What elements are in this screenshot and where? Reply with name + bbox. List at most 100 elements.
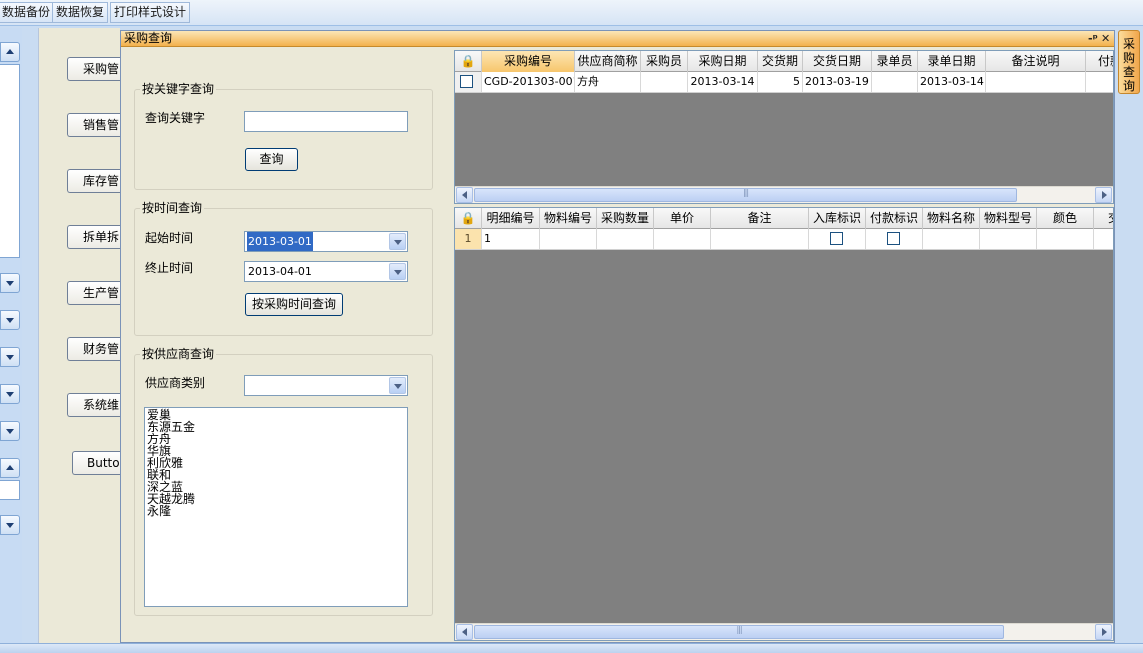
- column-header[interactable]: 付款标识: [866, 208, 923, 229]
- supplier-list[interactable]: 爱巢 东源五金 方舟 华旗 利欣雅 联和 深之蓝 天越龙腾 永隆: [144, 407, 408, 607]
- strip-down-button-3[interactable]: [0, 347, 20, 367]
- nav-extra-button[interactable]: Butto: [72, 451, 122, 475]
- column-header[interactable]: 物料型号: [980, 208, 1037, 229]
- column-header[interactable]: 交: [1094, 208, 1113, 229]
- table-row[interactable]: 1 1: [455, 229, 1113, 250]
- table-cell[interactable]: 1: [482, 229, 540, 249]
- query-button[interactable]: 查询: [245, 148, 298, 171]
- column-header[interactable]: 付款: [1086, 51, 1113, 72]
- column-header[interactable]: 明细编号: [482, 208, 540, 229]
- list-item[interactable]: 天越龙腾: [147, 493, 405, 505]
- start-date-picker[interactable]: 2013-03-01: [244, 231, 408, 252]
- column-header[interactable]: 采购日期: [688, 51, 758, 72]
- strip-up-button[interactable]: [0, 42, 20, 62]
- nav-production-button[interactable]: 生产管: [67, 281, 122, 305]
- row-checkbox[interactable]: [460, 75, 473, 88]
- column-header[interactable]: 采购编号: [482, 51, 575, 72]
- keyword-input[interactable]: [244, 111, 408, 132]
- table-row[interactable]: CGD-201303-001 方舟 2013-03-14 5 2013-03-1…: [455, 72, 1113, 93]
- table-cell[interactable]: [923, 229, 980, 249]
- query-by-time-button[interactable]: 按采购时间查询: [245, 293, 343, 316]
- chevron-down-icon[interactable]: [389, 233, 406, 250]
- end-date-picker[interactable]: 2013-04-01: [244, 261, 408, 282]
- table-cell[interactable]: 2013-03-14: [918, 72, 986, 92]
- nav-system-button[interactable]: 系统维: [67, 393, 122, 417]
- column-header[interactable]: 交货日期: [803, 51, 872, 72]
- strip-down-button-1[interactable]: [0, 273, 20, 293]
- table-cell[interactable]: 2013-03-14: [688, 72, 758, 92]
- scroll-thumb[interactable]: [474, 625, 1004, 639]
- column-header[interactable]: 录单日期: [918, 51, 986, 72]
- side-tab-purchase-query[interactable]: 采购查询: [1118, 30, 1140, 94]
- strip-down-button-5[interactable]: [0, 421, 20, 441]
- list-item[interactable]: 华旗: [147, 445, 405, 457]
- table-cell[interactable]: [597, 229, 654, 249]
- nav-finance-button[interactable]: 财务管: [67, 337, 122, 361]
- list-item[interactable]: 利欣雅: [147, 457, 405, 469]
- strip-down-button-4[interactable]: [0, 384, 20, 404]
- chevron-down-icon[interactable]: [389, 377, 406, 394]
- column-header[interactable]: 颜色: [1037, 208, 1094, 229]
- table-cell[interactable]: [540, 229, 597, 249]
- supplier-category-select[interactable]: [244, 375, 408, 396]
- table-cell[interactable]: [641, 72, 688, 92]
- strip-down-button-6[interactable]: [0, 515, 20, 535]
- column-header[interactable]: 备注: [711, 208, 809, 229]
- scroll-left-icon[interactable]: [456, 624, 473, 640]
- table-cell[interactable]: [986, 72, 1086, 92]
- column-header[interactable]: 交货期: [758, 51, 803, 72]
- table-cell[interactable]: [1086, 72, 1113, 92]
- table-cell[interactable]: [1037, 229, 1094, 249]
- close-icon[interactable]: ✕: [1101, 31, 1110, 46]
- row-number[interactable]: 1: [455, 229, 482, 249]
- table-cell[interactable]: [980, 229, 1037, 249]
- table-cell[interactable]: 2013-03-19: [803, 72, 872, 92]
- table-cell[interactable]: 方舟: [575, 72, 641, 92]
- supplier-category-label: 供应商类别: [145, 376, 206, 390]
- purchase-orders-grid[interactable]: 🔒 采购编号 供应商简称 采购员 采购日期 交货期 交货日期 录单员 录单日期 …: [454, 50, 1114, 204]
- chevron-down-icon[interactable]: [389, 263, 406, 280]
- column-header[interactable]: 单价: [654, 208, 711, 229]
- column-header[interactable]: 物料编号: [540, 208, 597, 229]
- strip-down-button-2[interactable]: [0, 310, 20, 330]
- table-cell[interactable]: CGD-201303-001: [482, 72, 575, 92]
- column-header[interactable]: 采购数量: [597, 208, 654, 229]
- paid-flag-checkbox[interactable]: [887, 232, 900, 245]
- detail-hscrollbar[interactable]: [455, 623, 1113, 640]
- scroll-right-icon[interactable]: [1095, 187, 1112, 203]
- column-header[interactable]: 备注说明: [986, 51, 1086, 72]
- pin-icon[interactable]: -ᵖ: [1088, 31, 1098, 46]
- table-cell[interactable]: [654, 229, 711, 249]
- column-header[interactable]: 物料名称: [923, 208, 980, 229]
- in-stock-checkbox[interactable]: [830, 232, 843, 245]
- print-style-button[interactable]: 打印样式设计: [110, 2, 191, 23]
- nav-sales-button[interactable]: 销售管: [67, 113, 122, 137]
- scroll-right-icon[interactable]: [1095, 624, 1112, 640]
- table-cell[interactable]: [1094, 229, 1113, 249]
- nav-purchase-button[interactable]: 采购管: [67, 57, 122, 81]
- list-item[interactable]: 联和: [147, 469, 405, 481]
- purchase-detail-grid[interactable]: 🔒 明细编号 物料编号 采购数量 单价 备注 入库标识 付款标识 物料名称 物料…: [454, 207, 1114, 641]
- backup-button[interactable]: 数据备份: [0, 2, 55, 23]
- scroll-thumb[interactable]: [474, 188, 1017, 202]
- column-header[interactable]: 供应商简称: [575, 51, 641, 72]
- column-header[interactable]: 录单员: [872, 51, 918, 72]
- list-item[interactable]: 永隆: [147, 505, 405, 517]
- nav-split-order-button[interactable]: 拆单拆: [67, 225, 122, 249]
- strip-up-button-2[interactable]: [0, 458, 20, 478]
- table-cell[interactable]: [711, 229, 809, 249]
- table-cell[interactable]: [872, 72, 918, 92]
- row-selector[interactable]: [455, 72, 482, 92]
- column-header[interactable]: 采购员: [641, 51, 688, 72]
- scroll-left-icon[interactable]: [456, 187, 473, 203]
- nav-inventory-button[interactable]: 库存管: [67, 169, 122, 193]
- list-item[interactable]: 方舟: [147, 433, 405, 445]
- restore-button[interactable]: 数据恢复: [52, 2, 109, 23]
- orders-hscrollbar[interactable]: [455, 186, 1113, 203]
- table-cell[interactable]: [809, 229, 866, 249]
- column-header[interactable]: 入库标识: [809, 208, 866, 229]
- table-cell[interactable]: 5: [758, 72, 803, 92]
- table-cell[interactable]: [866, 229, 923, 249]
- list-item[interactable]: 东源五金: [147, 421, 405, 433]
- chevron-up-icon: [6, 465, 14, 470]
